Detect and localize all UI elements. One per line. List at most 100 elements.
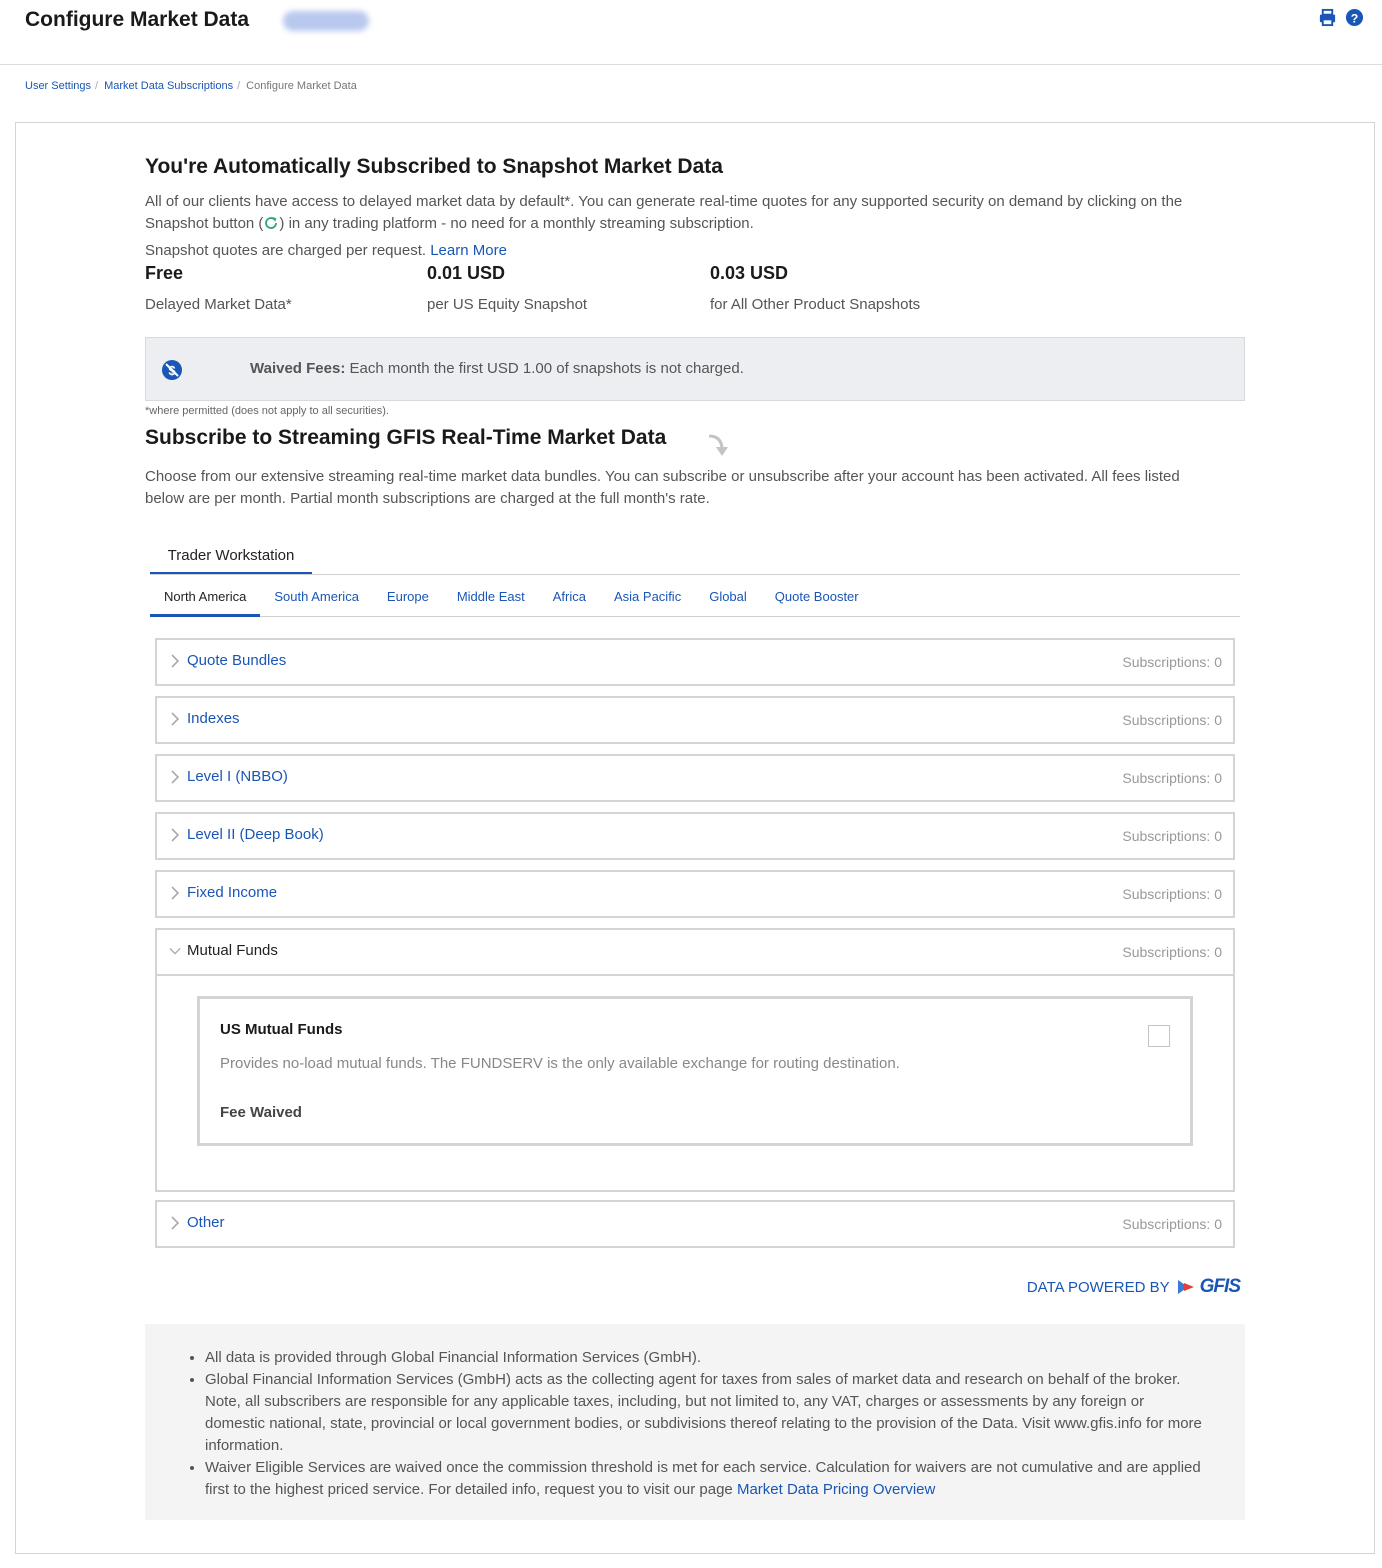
snapshot-heading: You're Automatically Subscribed to Snaps… [145, 155, 723, 178]
tab-south-america[interactable]: South America [260, 581, 373, 617]
subscribe-checkbox[interactable] [1148, 1025, 1170, 1047]
subscription-count: Subscriptions: 0 [1122, 944, 1222, 960]
chevron-down-icon [169, 947, 181, 955]
waived-fees-label: Waived Fees: [250, 360, 346, 377]
svg-text:?: ? [1351, 11, 1359, 25]
accordion-fixed-income: Fixed Income Subscriptions: 0 [155, 870, 1235, 918]
breadcrumb-current: Configure Market Data [246, 80, 357, 92]
breadcrumb-market-data-subscriptions[interactable]: Market Data Subscriptions [104, 80, 233, 92]
subscription-count: Subscriptions: 0 [1122, 770, 1222, 786]
note-item: Waiver Eligible Services are waived once… [205, 1457, 1205, 1501]
tab-trader-workstation[interactable]: Trader Workstation [150, 541, 312, 575]
chevron-right-icon [171, 770, 180, 784]
region-tabs: North America South America Europe Middl… [150, 581, 1240, 617]
subscription-count: Subscriptions: 0 [1122, 1216, 1222, 1232]
data-powered-by: DATA POWERED BY GFIS [1026, 1276, 1241, 1298]
accordion-title: Other [187, 1214, 225, 1231]
accordion-other: Other Subscriptions: 0 [155, 1200, 1235, 1248]
accordion-title: Mutual Funds [187, 942, 278, 959]
accordion-level-1: Level I (NBBO) Subscriptions: 0 [155, 754, 1235, 802]
snapshot-charge-text: Snapshot quotes are charged per request. [145, 242, 427, 259]
snapshot-charge-note: Snapshot quotes are charged per request.… [145, 240, 507, 262]
accordion-title: Fixed Income [187, 884, 278, 901]
accordion-header[interactable]: Mutual Funds Subscriptions: 0 [157, 930, 1233, 974]
footnote: *where permitted (does not apply to all … [145, 405, 389, 417]
subscription-count: Subscriptions: 0 [1122, 654, 1222, 670]
card-description: Provides no-load mutual funds. The FUNDS… [220, 1055, 900, 1072]
tab-global[interactable]: Global [695, 581, 761, 617]
note-text: Waiver Eligible Services are waived once… [205, 1459, 1201, 1498]
notes-list: All data is provided through Global Fina… [205, 1347, 1205, 1501]
print-icon[interactable] [1318, 8, 1337, 27]
gfis-logo-text: GFIS [1199, 1276, 1241, 1297]
accordion-header[interactable]: Indexes Subscriptions: 0 [157, 698, 1233, 742]
no-fee-icon: $ [162, 360, 182, 380]
breadcrumb-user-settings[interactable]: User Settings [25, 80, 91, 92]
snapshot-desc-text: All of our clients have access to delaye… [145, 193, 1183, 210]
card-title: US Mutual Funds [220, 1021, 343, 1038]
streaming-description: Choose from our extensive streaming real… [145, 466, 1245, 510]
curved-arrow-icon [708, 434, 728, 456]
tab-europe[interactable]: Europe [373, 581, 443, 617]
card-fee: Fee Waived [220, 1104, 302, 1121]
subscription-count: Subscriptions: 0 [1122, 828, 1222, 844]
accordion-indexes: Indexes Subscriptions: 0 [155, 696, 1235, 744]
breadcrumb: User Settings / Market Data Subscription… [25, 80, 357, 92]
chevron-right-icon [171, 654, 180, 668]
snapshot-desc-text: ) in any trading platform - no need for … [279, 215, 754, 232]
streaming-desc-text: Choose from our extensive streaming real… [145, 468, 1180, 485]
price-other-value: 0.03 USD [710, 263, 789, 283]
waived-fees-detail: Each month the first USD 1.00 of snapsho… [349, 360, 744, 377]
streaming-desc-text: below are per month. Partial month subsc… [145, 490, 710, 507]
chevron-right-icon [171, 886, 180, 900]
page-header: Configure Market Data ? [0, 0, 1382, 65]
tab-quote-booster[interactable]: Quote Booster [761, 581, 873, 617]
snapshot-description: All of our clients have access to delaye… [145, 191, 1245, 235]
divider [150, 574, 1240, 575]
subscription-count: Subscriptions: 0 [1122, 712, 1222, 728]
accordion-mutual-funds: Mutual Funds Subscriptions: 0 US Mutual … [155, 928, 1235, 1192]
subscription-count: Subscriptions: 0 [1122, 886, 1222, 902]
pricing-overview-link[interactable]: Market Data Pricing Overview [737, 1481, 935, 1498]
waived-fees-text: Waived Fees: Each month the first USD 1.… [250, 360, 744, 377]
chevron-right-icon [171, 712, 180, 726]
snapshot-refresh-icon [265, 217, 278, 229]
accordion-header[interactable]: Quote Bundles Subscriptions: 0 [157, 640, 1233, 684]
note-item: Global Financial Information Services (G… [205, 1369, 1205, 1457]
chevron-right-icon [171, 1216, 180, 1230]
accordion-header[interactable]: Level II (Deep Book) Subscriptions: 0 [157, 814, 1233, 858]
subscription-card-us-mutual-funds: US Mutual Funds Provides no-load mutual … [197, 996, 1193, 1146]
accordion-header[interactable]: Other Subscriptions: 0 [157, 1202, 1233, 1246]
waived-fees-banner: $ Waived Fees: Each month the first USD … [145, 337, 1245, 401]
accordion-title: Level II (Deep Book) [187, 826, 324, 843]
breadcrumb-separator: / [95, 80, 99, 92]
tab-africa[interactable]: Africa [539, 581, 600, 617]
price-equity-label: per US Equity Snapshot [427, 296, 588, 313]
accordion-title: Quote Bundles [187, 652, 287, 669]
accordion-header[interactable]: Level I (NBBO) Subscriptions: 0 [157, 756, 1233, 800]
tab-north-america[interactable]: North America [150, 581, 261, 617]
accordion-title: Indexes [187, 710, 240, 727]
chevron-right-icon [171, 828, 180, 842]
tab-middle-east[interactable]: Middle East [443, 581, 539, 617]
accordion-title: Level I (NBBO) [187, 768, 288, 785]
streaming-heading: Subscribe to Streaming GFIS Real-Time Ma… [145, 426, 667, 449]
snapshot-desc-text: Snapshot button ( [145, 215, 264, 232]
note-item: All data is provided through Global Fina… [205, 1347, 1205, 1369]
accordion-quote-bundles: Quote Bundles Subscriptions: 0 [155, 638, 1235, 686]
price-free-label: Delayed Market Data* [145, 296, 292, 313]
account-id-redacted [283, 11, 369, 31]
accordion-body: US Mutual Funds Provides no-load mutual … [157, 974, 1233, 1190]
powered-by-label: DATA POWERED BY [1026, 1278, 1170, 1296]
learn-more-link[interactable]: Learn More [430, 242, 507, 259]
help-icon[interactable]: ? [1345, 8, 1364, 27]
accordion-header[interactable]: Fixed Income Subscriptions: 0 [157, 872, 1233, 916]
disclaimer-notes: All data is provided through Global Fina… [145, 1324, 1245, 1520]
header-icons: ? [1318, 8, 1364, 27]
tab-asia-pacific[interactable]: Asia Pacific [600, 581, 695, 617]
accordion-level-2: Level II (Deep Book) Subscriptions: 0 [155, 812, 1235, 860]
main-panel: You're Automatically Subscribed to Snaps… [15, 122, 1375, 1554]
gfis-logo: GFIS [1176, 1276, 1241, 1298]
price-equity-value: 0.01 USD [427, 263, 506, 283]
price-other-label: for All Other Product Snapshots [710, 296, 921, 313]
